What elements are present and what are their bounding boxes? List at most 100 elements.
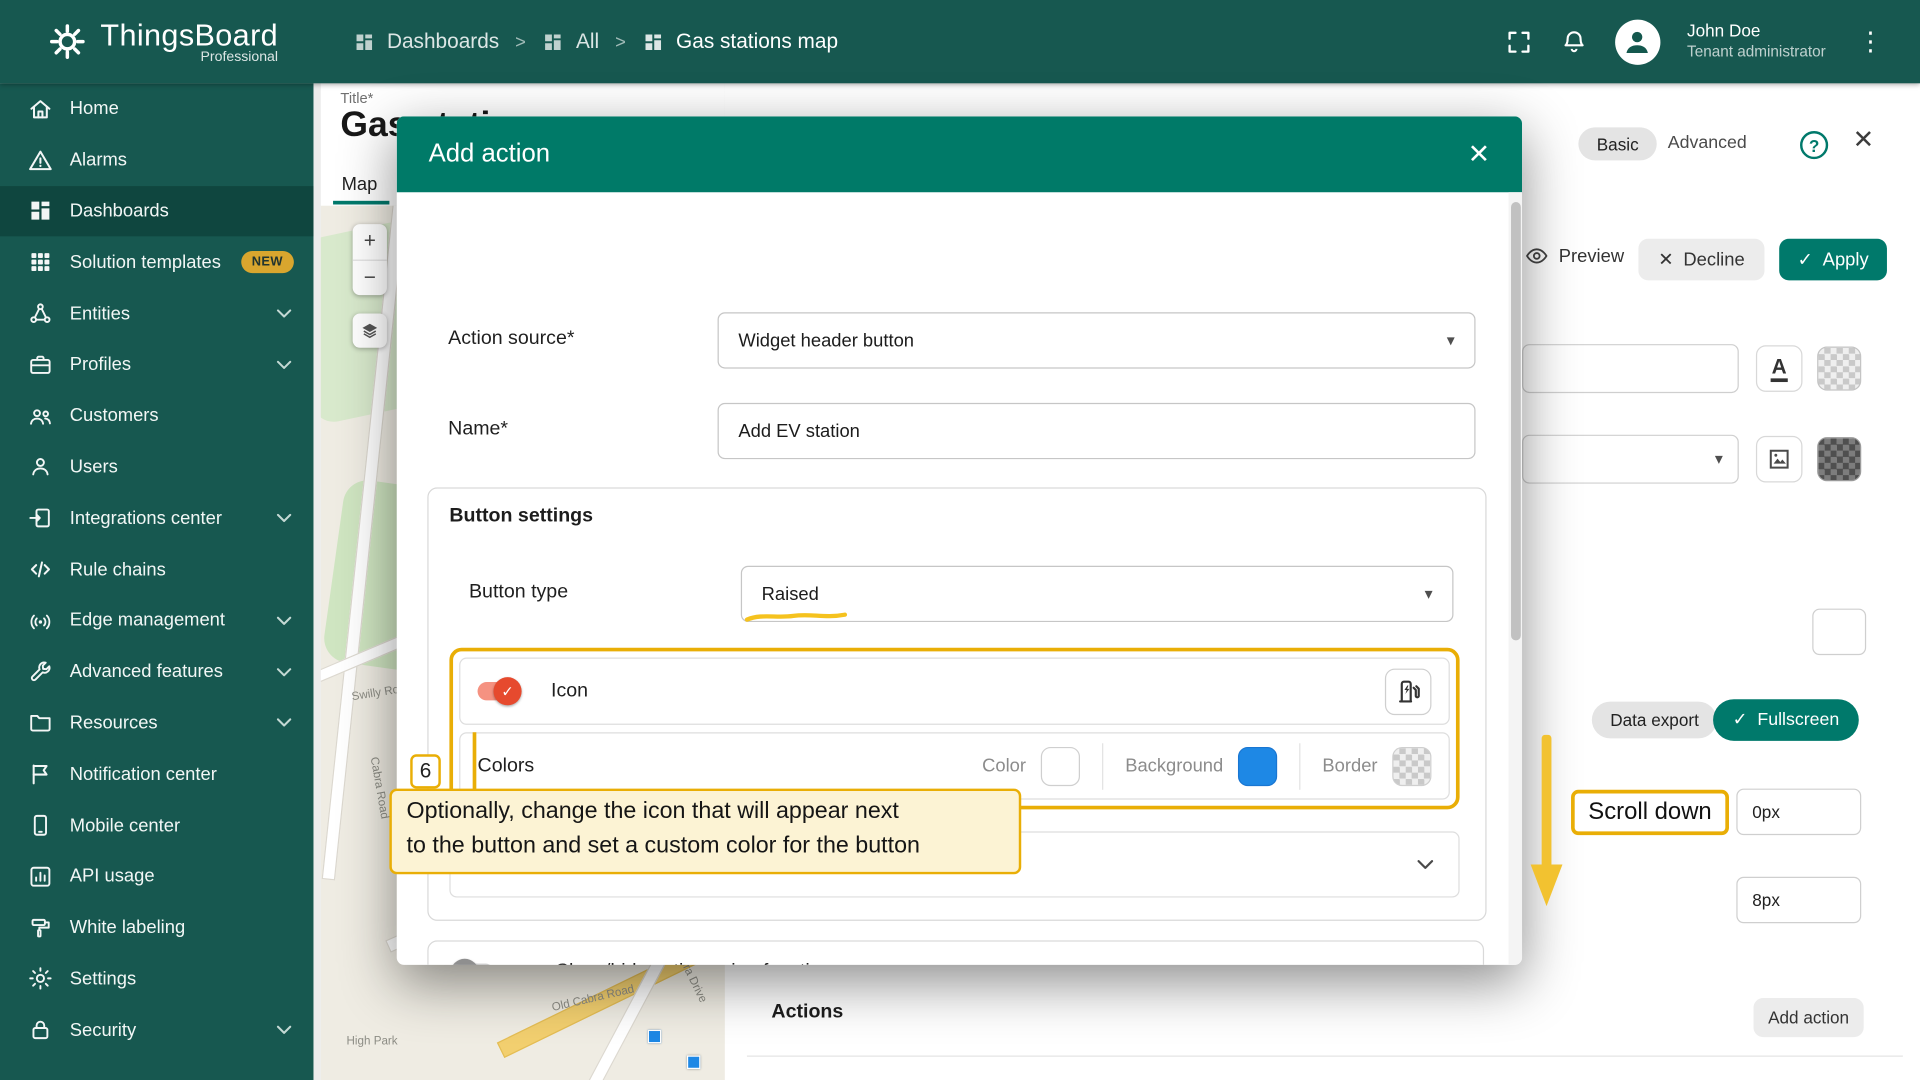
new-badge: NEW [241,251,294,273]
map-marker[interactable] [687,1056,700,1069]
sidebar-item-integrations-center[interactable]: Integrations center [0,493,313,544]
data-export-chip[interactable]: Data export [1592,702,1717,739]
dark-color-swatch-button[interactable] [1817,437,1861,481]
add-action-button[interactable]: Add action [1753,998,1863,1037]
annotation-tooltip: Optionally, change the icon that will ap… [389,789,1021,875]
dropdown-caret-icon: ▾ [1425,584,1433,604]
format-color-icon: A [1770,355,1787,382]
sidebar-item-label: Entities [70,303,130,324]
sidebar-item-security[interactable]: Security [0,1005,313,1056]
button-settings-title: Button settings [449,506,593,528]
apply-button[interactable]: ✓ Apply [1779,239,1887,281]
close-icon[interactable]: ✕ [1853,125,1875,156]
sidebar-item-alarms[interactable]: Alarms [0,134,313,185]
image-button[interactable] [1756,436,1803,483]
sidebar-item-solution-templates[interactable]: Solution templatesNEW [0,237,313,288]
breadcrumb-dashboards[interactable]: Dashboards [353,29,500,53]
tab-advanced[interactable]: Advanced [1668,133,1747,153]
annotation-connector-line [473,732,477,790]
apps-icon [27,249,54,276]
breadcrumb-all[interactable]: All [542,29,599,53]
background-swatch[interactable] [1238,746,1277,785]
sidebar-item-label: API usage [70,866,155,887]
thingsboard-logo[interactable]: ThingsBoard Professional [47,19,279,64]
sidebar-item-mobile-center[interactable]: Mobile center [0,800,313,851]
zoom-in-button[interactable]: + [353,224,387,259]
tab-map[interactable]: Map [342,174,378,195]
spacing-bottom-field[interactable]: 8px [1736,877,1861,924]
dashboards-icon [27,198,54,225]
sidebar-item-api-usage[interactable]: API usage [0,851,313,902]
sidebar-item-label: Security [70,1020,136,1041]
avatar[interactable] [1615,19,1660,64]
border-swatch[interactable] [1392,746,1431,785]
sidebar-item-users[interactable]: Users [0,442,313,493]
button-type-select[interactable]: Raised ▾ [741,566,1454,622]
tab-basic[interactable]: Basic [1578,127,1657,160]
dialog-scrollbar[interactable] [1509,192,1522,965]
settings-icon [27,965,54,992]
advanced-icon [27,658,54,685]
sidebar-item-resources[interactable]: Resources [0,697,313,748]
grid-icon [353,30,376,53]
color-swatch-button[interactable] [1817,347,1861,391]
sidebar-item-profiles[interactable]: Profiles [0,339,313,390]
sidebar-item-advanced-features[interactable]: Advanced features [0,646,313,697]
actions-section-title: Actions [771,1002,843,1024]
top-bar: ThingsBoard Professional Dashboards > Al… [0,0,1920,83]
eye-icon [1525,244,1549,268]
sidebar-item-edge-management[interactable]: Edge management [0,595,313,646]
preview-button[interactable]: Preview [1525,244,1625,268]
dropdown-caret-icon: ▾ [1447,331,1455,351]
scrollbar-thumb[interactable] [1510,202,1520,640]
notifications-bell-icon[interactable] [1560,28,1588,56]
decline-button[interactable]: ✕ Decline [1638,239,1764,281]
icon-picker-button[interactable] [1385,668,1432,715]
show-hide-card: Show/hide action using function [427,940,1484,964]
sidebar-item-white-labeling[interactable]: White labeling [0,902,313,953]
sidebar-item-notification-center[interactable]: Notification center [0,749,313,800]
sidebar-item-entities[interactable]: Entities [0,288,313,339]
map-layers-button[interactable] [353,313,387,347]
action-source-select[interactable]: Widget header button ▾ [718,312,1476,368]
fullscreen-chip[interactable]: ✓ Fullscreen [1713,699,1859,741]
sidebar-item-label: Alarms [70,150,127,171]
security-icon [27,1017,54,1044]
icon-toggle[interactable]: ✓ [478,682,520,700]
name-input[interactable]: Add EV station [718,403,1476,459]
sidebar-item-settings[interactable]: Settings [0,953,313,1004]
breadcrumb-label: Dashboards [387,29,499,53]
image-icon [1766,446,1793,473]
grid-icon [642,30,665,53]
layers-icon [359,320,381,342]
divider [1102,743,1103,790]
breadcrumb-separator: > [515,31,526,52]
highlight-underline [744,611,847,623]
sidebar-item-home[interactable]: Home [0,83,313,134]
text-color-button[interactable]: A [1756,345,1803,392]
help-icon[interactable]: ? [1800,131,1828,159]
breadcrumb-label: Gas stations map [676,29,838,53]
color-swatch[interactable] [1041,746,1080,785]
map-marker[interactable] [648,1030,661,1043]
spacing-top-field[interactable]: 0px [1736,789,1861,836]
icon-row: ✓ Icon [459,658,1450,725]
fullscreen-icon[interactable] [1505,28,1533,56]
zoom-out-button[interactable]: − [353,260,387,295]
app: ThingsBoard Professional Dashboards > Al… [0,0,1920,1080]
show-hide-toggle[interactable] [453,964,495,965]
sidebar-item-label: Advanced features [70,661,223,682]
sidebar-item-customers[interactable]: Customers [0,390,313,441]
tooltip-line: Optionally, change the icon that will ap… [407,795,1005,829]
sidebar-item-dashboards[interactable]: Dashboards [0,186,313,237]
small-field[interactable] [1812,609,1866,656]
breadcrumb-current[interactable]: Gas stations map [642,29,838,53]
title-style-field[interactable] [1522,344,1739,393]
kebab-menu-icon[interactable]: ⋮ [1853,26,1889,57]
edge-icon [27,607,54,634]
dialog-close-icon[interactable]: ✕ [1468,138,1491,170]
scroll-down-label: Scroll down [1571,790,1729,835]
dialog-title: Add action [429,140,551,169]
style-select-field[interactable]: ▾ [1522,435,1739,484]
sidebar-item-rule-chains[interactable]: Rule chains [0,544,313,595]
